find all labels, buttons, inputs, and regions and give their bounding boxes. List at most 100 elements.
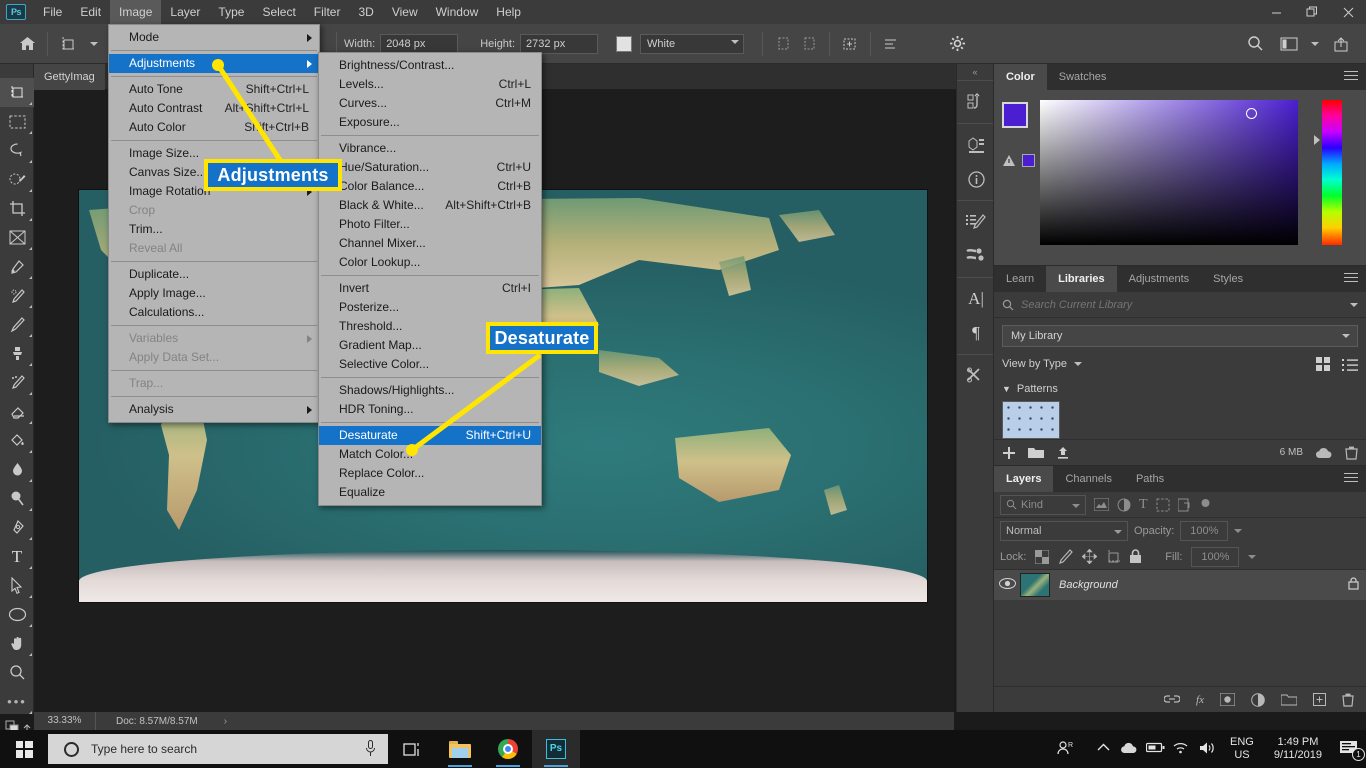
close-button[interactable] — [1330, 0, 1366, 24]
library-select[interactable]: My Library — [1002, 325, 1358, 347]
gradient-paint-bucket-tool[interactable] — [0, 426, 34, 455]
layer-visibility-icon[interactable] — [994, 578, 1020, 592]
layer-kind-filter[interactable]: Kind — [1000, 494, 1086, 515]
adjustment-layer-icon[interactable] — [1251, 692, 1265, 707]
tab-libraries[interactable]: Libraries — [1046, 266, 1117, 292]
out-of-gamut-warning[interactable] — [1002, 154, 1035, 167]
taskbar-search-box[interactable]: Type here to search — [48, 734, 388, 764]
add-artboard-icon[interactable] — [837, 31, 863, 57]
filter-toggle-icon[interactable] — [1199, 498, 1212, 511]
menu-file[interactable]: File — [34, 0, 71, 24]
menu-window[interactable]: Window — [427, 0, 488, 24]
rectangular-marquee-tool[interactable] — [0, 107, 34, 136]
panel-menu-icon[interactable] — [1344, 273, 1358, 285]
search-icon[interactable] — [1242, 31, 1268, 57]
align-distribute-icon[interactable] — [878, 31, 904, 57]
eraser-tool[interactable] — [0, 397, 34, 426]
lock-transparent-icon[interactable] — [1035, 549, 1050, 564]
menu-filter[interactable]: Filter — [305, 0, 350, 24]
share-icon[interactable] — [1328, 31, 1354, 57]
menu-item-analysis[interactable]: Analysis — [109, 400, 319, 419]
menu-item-invert[interactable]: Invert Ctrl+I — [319, 279, 541, 298]
brush-tool[interactable] — [0, 310, 34, 339]
battery-icon[interactable] — [1142, 742, 1168, 756]
panel-menu-icon[interactable] — [1344, 473, 1358, 485]
photosh op-icon[interactable]: Ps — [532, 730, 580, 768]
history-brush-tool[interactable] — [0, 368, 34, 397]
library-search-row[interactable] — [994, 292, 1366, 318]
chevron-down-icon[interactable] — [1074, 362, 1083, 366]
spot-healing-brush-tool[interactable] — [0, 281, 34, 310]
layer-thumbnail[interactable] — [1020, 573, 1050, 597]
new-group-icon[interactable] — [1028, 446, 1044, 459]
image-menu-dropdown[interactable]: Mode Adjustments Auto Tone Shift+Ctrl+L A… — [108, 24, 320, 423]
opacity-chevron-icon[interactable] — [1234, 529, 1243, 533]
menu-item-hdr-toning[interactable]: HDR Toning... — [319, 400, 541, 419]
hue-slider-marker[interactable] — [1314, 135, 1320, 145]
menu-layer[interactable]: Layer — [161, 0, 209, 24]
onedrive-icon[interactable] — [1116, 742, 1142, 757]
menu-item-channel-mixer[interactable]: Channel Mixer... — [319, 234, 541, 253]
status-expand-icon[interactable]: › — [224, 716, 227, 727]
lock-all-icon[interactable] — [1129, 549, 1142, 564]
people-icon[interactable]: R — [1052, 740, 1078, 758]
smart-object-filter-icon[interactable] — [1177, 498, 1191, 512]
tab-learn[interactable]: Learn — [994, 266, 1046, 292]
menu-item-auto-contrast[interactable]: Auto Contrast Alt+Shift+Ctrl+L — [109, 99, 319, 118]
menu-item-posterize[interactable]: Posterize... — [319, 298, 541, 317]
home-icon[interactable] — [14, 31, 40, 57]
paragraph-icon[interactable]: ¶ — [957, 316, 995, 350]
menu-item-black-and-white[interactable]: Black & White... Alt+Shift+Ctrl+B — [319, 196, 541, 215]
edit-toolbar-icon[interactable]: ••• — [0, 687, 34, 716]
height-input[interactable]: 2732 px — [520, 33, 599, 54]
menu-item-equalize[interactable]: Equalize — [319, 483, 541, 502]
info-icon[interactable] — [957, 162, 995, 196]
menu-item-color-balance[interactable]: Color Balance... Ctrl+B — [319, 177, 541, 196]
lock-position-icon[interactable] — [1082, 549, 1098, 564]
settings-gear-icon[interactable] — [944, 31, 970, 57]
history-icon[interactable] — [957, 85, 995, 119]
properties-icon[interactable] — [957, 128, 995, 162]
menu-item-levels[interactable]: Levels... Ctrl+L — [319, 75, 541, 94]
menu-item-brightness-contrast[interactable]: Brightness/Contrast... — [319, 56, 541, 75]
collapse-panels-icon[interactable]: « — [957, 64, 993, 80]
language-indicator[interactable]: ENG US — [1220, 736, 1264, 762]
microphone-icon[interactable] — [365, 740, 376, 760]
restore-button[interactable] — [1294, 0, 1330, 24]
layer-lock-icon[interactable] — [1340, 577, 1366, 593]
menu-item-selective-color[interactable]: Selective Color... — [319, 355, 541, 374]
lasso-tool[interactable] — [0, 136, 34, 165]
menu-item-photo-filter[interactable]: Photo Filter... — [319, 215, 541, 234]
layer-mask-icon[interactable] — [1220, 693, 1235, 706]
opacity-value[interactable]: 100% — [1180, 521, 1229, 541]
eyedropper-tool[interactable] — [0, 252, 34, 281]
menu-item-auto-tone[interactable]: Auto Tone Shift+Ctrl+L — [109, 80, 319, 99]
menu-item-hue-saturation[interactable]: Hue/Saturation... Ctrl+U — [319, 158, 541, 177]
tab-swatches[interactable]: Swatches — [1047, 64, 1119, 90]
color-foreground-swatch[interactable] — [1002, 102, 1028, 128]
add-icon[interactable] — [1002, 446, 1016, 460]
pen-tool[interactable] — [0, 513, 34, 542]
zoom-level[interactable]: 33.33% — [34, 712, 96, 730]
volume-icon[interactable] — [1194, 741, 1220, 758]
list-view-icon[interactable] — [1342, 358, 1358, 371]
google-chrome-icon[interactable] — [484, 730, 532, 768]
minimize-button[interactable] — [1258, 0, 1294, 24]
adjustment-filter-icon[interactable] — [1117, 498, 1131, 512]
menu-type[interactable]: Type — [209, 0, 253, 24]
color-picker-cursor[interactable] — [1246, 108, 1257, 119]
taskbar-clock[interactable]: 1:49 PM 9/11/2019 — [1264, 736, 1332, 762]
search-current-library-input[interactable] — [1014, 298, 1350, 311]
frame-tool[interactable] — [0, 223, 34, 252]
show-hidden-icons-icon[interactable] — [1090, 743, 1116, 755]
align-right-icon[interactable] — [796, 31, 822, 57]
crop-tool[interactable] — [0, 194, 34, 223]
dodge-tool[interactable] — [0, 484, 34, 513]
pixel-filter-icon[interactable] — [1094, 498, 1109, 511]
view-by-label[interactable]: View by Type — [1002, 358, 1067, 370]
windows-start-icon[interactable] — [0, 730, 48, 768]
menu-item-mode[interactable]: Mode — [109, 28, 319, 47]
document-tab[interactable]: GettyImag — [34, 64, 105, 90]
chevron-down-icon[interactable] — [1350, 302, 1358, 307]
tab-layers[interactable]: Layers — [994, 466, 1054, 492]
